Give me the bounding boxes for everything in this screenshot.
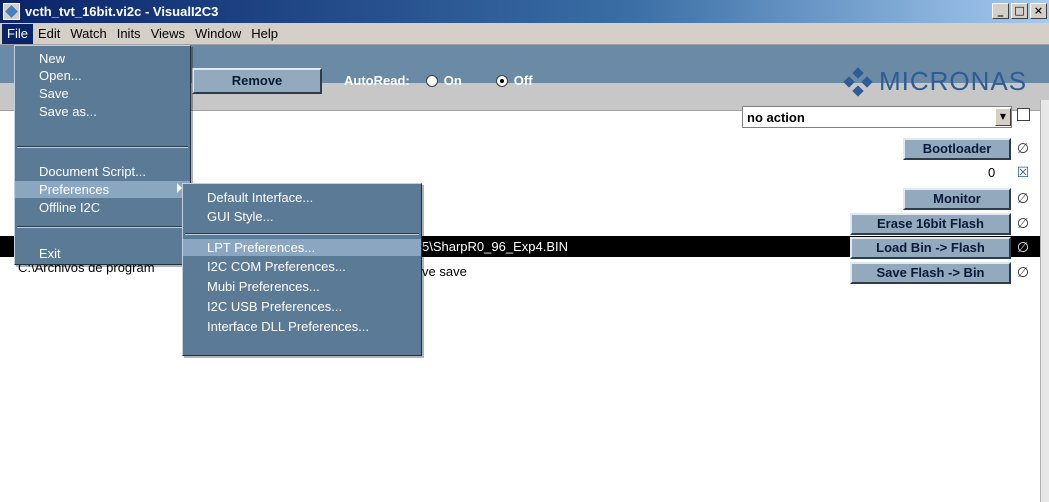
menu-views[interactable]: Views xyxy=(146,24,190,44)
menu-bar: File Edit Watch Inits Views Window Help xyxy=(0,23,1049,45)
autoread-group: AutoRead: On Off xyxy=(344,73,533,88)
app-icon[interactable] xyxy=(3,3,20,20)
menu-item-exit[interactable]: Exit xyxy=(15,245,190,262)
menu-watch[interactable]: Watch xyxy=(65,24,111,44)
menu-item-gui-style[interactable]: GUI Style... xyxy=(183,208,421,225)
menu-item-i2c-com-preferences[interactable]: I2C COM Preferences... xyxy=(183,258,421,275)
maximize-button[interactable]: □ xyxy=(1011,3,1028,19)
title-bar: vcth_tvt_16bit.vi2c - VisualI2C3 _ □ × xyxy=(0,0,1049,23)
remove-button[interactable]: Remove xyxy=(192,68,322,94)
autoread-off-label: Off xyxy=(513,73,533,88)
monitor-button[interactable]: Monitor xyxy=(903,188,1011,210)
menu-item-preferences[interactable]: Preferences xyxy=(15,181,190,198)
save-flash-button[interactable]: Save Flash -> Bin xyxy=(850,262,1011,284)
menu-item-save-as[interactable]: Save as... xyxy=(15,103,190,120)
autoread-off-radio[interactable] xyxy=(495,74,508,87)
save-note-text: ve save xyxy=(422,264,467,279)
menu-item-lpt-preferences[interactable]: LPT Preferences... xyxy=(183,239,421,256)
menu-help[interactable]: Help xyxy=(246,24,283,44)
minimize-button[interactable]: _ xyxy=(992,3,1009,19)
micronas-logo-icon xyxy=(843,66,873,97)
preferences-submenu: Default Interface... GUI Style... LPT Pr… xyxy=(182,183,422,356)
menu-item-mubi-preferences[interactable]: Mubi Preferences... xyxy=(183,278,421,295)
load-bin-button[interactable]: Load Bin -> Flash xyxy=(850,237,1011,259)
null-circle-icon: ∅ xyxy=(1016,265,1030,281)
null-circle-icon: ∅ xyxy=(1016,240,1030,256)
menu-item-save[interactable]: Save xyxy=(15,85,190,102)
menu-item-interface-dll-preferences[interactable]: Interface DLL Preferences... xyxy=(183,318,421,335)
menu-separator xyxy=(17,226,188,228)
chevron-down-icon[interactable]: ▼ xyxy=(995,108,1011,126)
menu-item-offline-i2c[interactable]: Offline I2C xyxy=(15,199,190,216)
autoread-label: AutoRead: xyxy=(344,73,410,88)
vertical-scrollbar[interactable] xyxy=(1040,100,1049,502)
erase-flash-button[interactable]: Erase 16bit Flash xyxy=(850,213,1011,235)
autoread-on-label: On xyxy=(443,73,462,88)
menu-file[interactable]: File xyxy=(2,23,33,44)
action-select-value: no action xyxy=(747,109,805,125)
menu-item-preferences-label: Preferences xyxy=(39,182,110,197)
file-path-text: 5\SharpR0_96_Exp4.BIN xyxy=(422,239,568,254)
menu-item-new[interactable]: New xyxy=(15,50,190,67)
bootloader-button[interactable]: Bootloader xyxy=(903,138,1011,160)
menu-item-document-script[interactable]: Document Script... xyxy=(15,163,190,180)
null-circle-icon: ∅ xyxy=(1016,191,1030,207)
menu-inits[interactable]: Inits xyxy=(112,24,146,44)
menu-edit[interactable]: Edit xyxy=(33,24,65,44)
action-select[interactable]: no action ▼ xyxy=(742,106,1012,128)
menu-item-default-interface[interactable]: Default Interface... xyxy=(183,189,421,206)
menu-item-i2c-usb-preferences[interactable]: I2C USB Preferences... xyxy=(183,298,421,315)
menu-separator xyxy=(17,146,188,148)
logo-text: MICRONAS xyxy=(879,66,1028,96)
null-circle-icon: ∅ xyxy=(1016,141,1030,157)
menu-separator xyxy=(185,233,419,235)
checked-box-icon[interactable]: ☒ xyxy=(1016,166,1030,180)
value-zero: 0 xyxy=(988,165,996,180)
close-button[interactable]: × xyxy=(1030,3,1047,19)
null-circle-icon: ∅ xyxy=(1016,216,1030,232)
window-title: vcth_tvt_16bit.vi2c - VisualI2C3 xyxy=(25,4,219,19)
file-menu: New Open... Save Save as... Document Scr… xyxy=(14,45,191,265)
window-controls: _ □ × xyxy=(992,3,1047,19)
menu-item-open[interactable]: Open... xyxy=(15,67,190,84)
micronas-logo: MICRONAS xyxy=(843,66,1028,97)
autoread-on-radio[interactable] xyxy=(425,74,438,87)
action-checkbox[interactable] xyxy=(1017,108,1030,121)
menu-window[interactable]: Window xyxy=(190,24,246,44)
